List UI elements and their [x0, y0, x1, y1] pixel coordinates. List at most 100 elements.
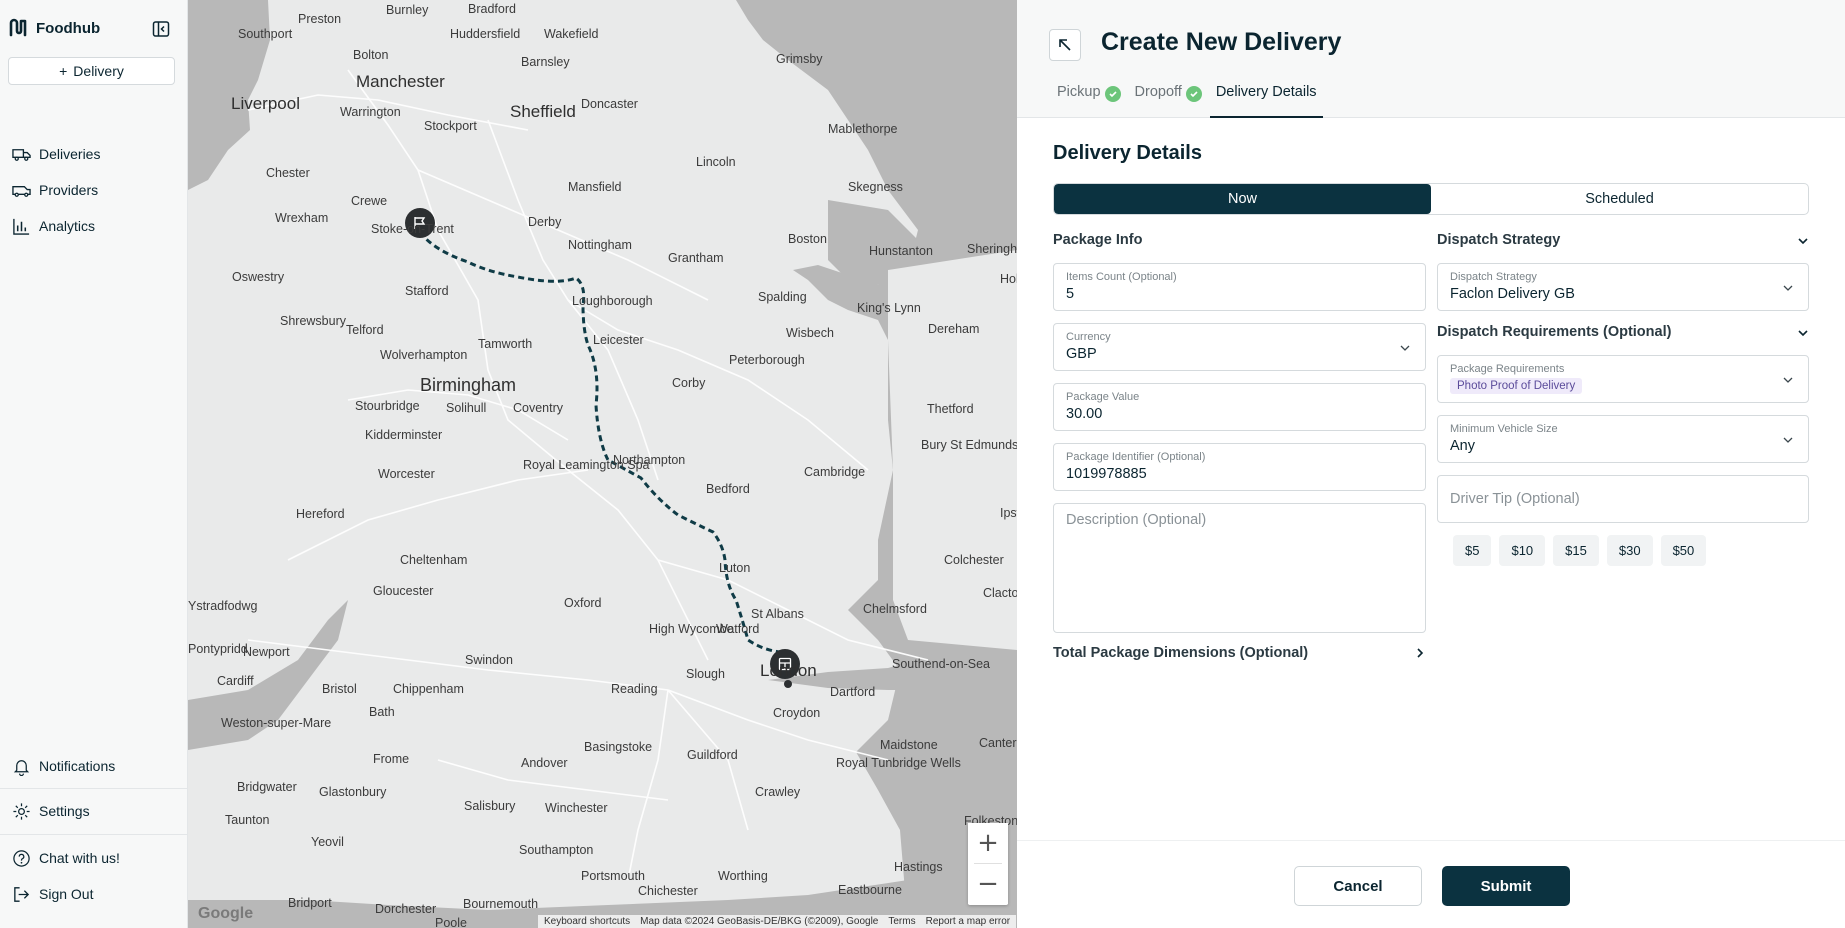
tip-50-button[interactable]: $50 [1660, 535, 1707, 566]
timing-toggle: Now Scheduled [1053, 183, 1809, 215]
map-label: Birmingham [420, 375, 517, 395]
tip-30-button[interactable]: $30 [1606, 535, 1653, 566]
field-label: Currency [1066, 331, 1111, 343]
van-icon [12, 185, 31, 197]
sidebar-item-settings[interactable]: Settings [12, 793, 182, 829]
map-label: Southport [238, 27, 293, 41]
dispatch-strategy-heading[interactable]: Dispatch Strategy [1437, 232, 1809, 248]
section-title: Delivery Details [1053, 142, 1202, 164]
map-label: Bridgwater [237, 780, 297, 794]
step-tabs: Pickup Dropoff Delivery Details [1057, 84, 1337, 118]
map-label: Weston-super-Mare [221, 716, 332, 730]
map-label: Hereford [296, 507, 345, 521]
check-icon [1185, 86, 1202, 102]
field-value: Faclon Delivery GB [1450, 286, 1575, 302]
package-requirements-select[interactable]: Package Requirements Photo Proof of Deli… [1437, 355, 1809, 403]
bar-chart-icon [13, 218, 30, 235]
chevron-down-icon [1798, 330, 1808, 337]
tab-pickup[interactable]: Pickup [1057, 84, 1121, 118]
chevron-down-icon [1783, 377, 1793, 383]
main-nav: Deliveries Providers Analytics [12, 136, 182, 244]
terms-link[interactable]: Terms [888, 916, 915, 927]
tab-delivery-details[interactable]: Delivery Details [1209, 84, 1323, 118]
currency-select[interactable]: Currency GBP [1053, 323, 1426, 371]
map-label: Cambridge [804, 465, 866, 479]
dispatch-strategy-select[interactable]: Dispatch Strategy Faclon Delivery GB [1437, 263, 1809, 311]
requirement-chip[interactable]: Photo Proof of Delivery [1450, 378, 1583, 394]
map-label: Mansfield [568, 180, 622, 194]
map-label: Andover [521, 756, 568, 770]
map-label: Winchester [545, 801, 608, 815]
field-value: 5 [1066, 286, 1075, 302]
map-label: Nottingham [568, 238, 632, 252]
tab-label: Dropoff [1134, 84, 1182, 100]
map-label: Bournemouth [463, 897, 539, 911]
tip-10-button[interactable]: $10 [1499, 535, 1546, 566]
map-label: Grantham [668, 251, 724, 265]
map-label: Bridport [288, 896, 332, 910]
route-map[interactable]: Preston Burnley Bradford Wakefield South… [188, 0, 1017, 928]
map-label: Watford [716, 622, 760, 636]
submit-button[interactable]: Submit [1442, 866, 1570, 906]
sidebar-item-providers[interactable]: Providers [12, 172, 182, 208]
tab-label: Pickup [1057, 84, 1101, 100]
app-name: Foodhub [36, 19, 101, 37]
description-field[interactable]: Description (Optional) [1053, 503, 1426, 633]
map-label: Skegness [848, 180, 903, 194]
sidebar-divider [0, 788, 188, 789]
field-value: Photo Proof of Delivery [1450, 377, 1583, 394]
map-label: Canterbury [979, 736, 1017, 750]
map-label: Bedford [706, 482, 750, 496]
tab-dropoff[interactable]: Dropoff [1135, 84, 1202, 118]
chevron-down-icon [1783, 285, 1793, 291]
items-count-field[interactable]: Items Count (Optional) 5 [1053, 263, 1426, 311]
heading-label: Dispatch Strategy [1437, 232, 1561, 248]
sidebar-item-notifications[interactable]: Notifications [12, 748, 182, 784]
now-option[interactable]: Now [1054, 184, 1431, 214]
driver-tip-field[interactable]: Driver Tip (Optional) [1437, 475, 1809, 523]
zoom-control: + − [968, 823, 1008, 905]
collapse-sidebar-icon[interactable] [152, 20, 170, 38]
map-label: Frome [373, 752, 410, 766]
cancel-button[interactable]: Cancel [1294, 866, 1422, 906]
field-label: Package Value [1066, 391, 1140, 403]
field-value: 30.00 [1066, 406, 1103, 422]
dispatch-requirements-heading[interactable]: Dispatch Requirements (Optional) [1437, 324, 1809, 340]
map-label: Luton [719, 561, 751, 575]
map-label: King's Lynn [857, 301, 921, 315]
vehicle-size-select[interactable]: Minimum Vehicle Size Any [1437, 415, 1809, 463]
field-label: Items Count (Optional) [1066, 271, 1177, 283]
brand[interactable]: Foodhub [8, 18, 100, 38]
settings-area: Settings [12, 793, 182, 829]
map-label: Wrexham [275, 211, 329, 225]
package-value-field[interactable]: Package Value 30.00 [1053, 383, 1426, 431]
help-area: Chat with us! Sign Out [12, 840, 182, 912]
zoom-in-button[interactable]: + [968, 823, 1008, 863]
new-delivery-button[interactable]: + Delivery [8, 57, 175, 85]
tip-presets: $5 $10 $15 $30 $50 [1453, 535, 1707, 566]
package-dimensions-toggle[interactable]: Total Package Dimensions (Optional) [1053, 645, 1426, 661]
map-label: Eastbourne [838, 883, 902, 897]
map-label: Stockport [424, 119, 477, 133]
sidebar-item-sign-out[interactable]: Sign Out [12, 876, 182, 912]
map-label: Crewe [351, 194, 388, 208]
sidebar-item-deliveries[interactable]: Deliveries [12, 136, 182, 172]
map-label: Southampton [519, 843, 594, 857]
report-map-error-link[interactable]: Report a map error [926, 916, 1010, 927]
map-label: Reading [611, 682, 658, 696]
map-label: Bristol [322, 682, 357, 696]
map-label: Southend-on-Sea [892, 657, 990, 671]
map-label: Leicester [593, 333, 644, 347]
scheduled-option[interactable]: Scheduled [1431, 184, 1808, 214]
sidebar-item-chat[interactable]: Chat with us! [12, 840, 182, 876]
tip-5-button[interactable]: $5 [1453, 535, 1492, 566]
tip-15-button[interactable]: $15 [1553, 535, 1599, 566]
keyboard-shortcuts-link[interactable]: Keyboard shortcuts [544, 916, 630, 927]
map-label: Guildford [687, 748, 738, 762]
package-identifier-field[interactable]: Package Identifier (Optional) 1019978885 [1053, 443, 1426, 491]
back-button[interactable] [1049, 29, 1081, 61]
sidebar-item-analytics[interactable]: Analytics [12, 208, 182, 244]
map-label: Tamworth [478, 337, 533, 351]
map-label: Manchester [356, 72, 445, 91]
zoom-out-button[interactable]: − [968, 864, 1008, 904]
